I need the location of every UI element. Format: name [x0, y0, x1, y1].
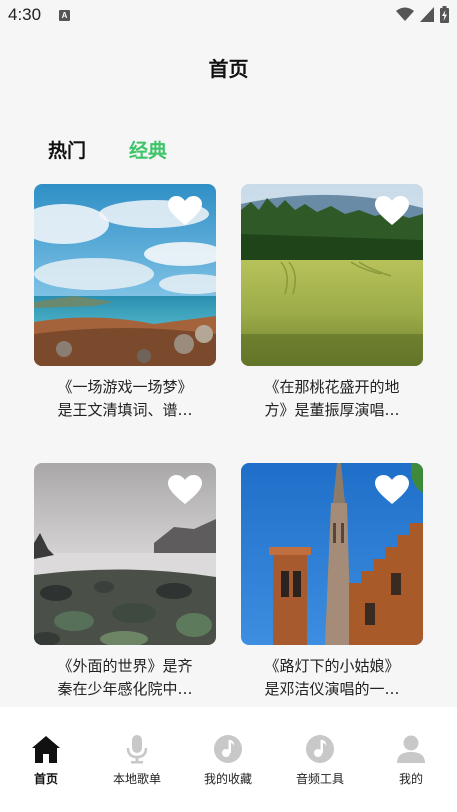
song-thumbnail[interactable]	[34, 184, 216, 366]
music-disc-icon	[306, 735, 334, 763]
song-card[interactable]: 《一场游戏一场梦》 是王文清填词、谱…	[34, 184, 216, 422]
song-description-line-2: 是邓洁仪演唱的一…	[264, 680, 400, 698]
song-card[interactable]: 《在那桃花盛开的地 方》是董振厚演唱…	[241, 184, 423, 422]
nav-item-favorites[interactable]: 我的收藏	[188, 734, 268, 787]
song-thumbnail[interactable]	[241, 463, 423, 645]
song-description-line-2: 是王文清填词、谱…	[57, 401, 193, 419]
song-description: 《外面的世界》是齐 秦在少年感化院中…	[34, 655, 216, 701]
heart-icon[interactable]	[168, 196, 202, 226]
nav-item-audio-tools[interactable]: 音频工具	[280, 734, 360, 787]
music-disc-icon	[214, 735, 242, 763]
nav-label: 本地歌单	[112, 772, 161, 786]
nav-label: 首页	[33, 772, 58, 786]
song-description-line-2: 秦在少年感化院中…	[57, 680, 193, 698]
nav-label: 我的	[398, 772, 423, 786]
bottom-navigation: 首页 本地歌单 我的收藏 音频工具 我的	[0, 707, 457, 812]
song-thumbnail[interactable]	[241, 184, 423, 366]
nav-label: 我的收藏	[203, 772, 252, 786]
song-thumbnail[interactable]	[34, 463, 216, 645]
heart-icon[interactable]	[168, 475, 202, 505]
song-description: 《在那桃花盛开的地 方》是董振厚演唱…	[241, 376, 423, 422]
song-card[interactable]: 《路灯下的小姑娘》 是邓洁仪演唱的一…	[241, 463, 423, 701]
song-description: 《路灯下的小姑娘》 是邓洁仪演唱的一…	[241, 655, 423, 701]
nav-label: 音频工具	[295, 772, 344, 786]
heart-icon[interactable]	[375, 475, 409, 505]
nav-item-mine[interactable]: 我的	[371, 734, 451, 787]
heart-icon[interactable]	[375, 196, 409, 226]
home-icon	[32, 736, 60, 763]
song-description-line-1: 《在那桃花盛开的地	[264, 378, 400, 396]
song-description-line-1: 《路灯下的小姑娘》	[264, 657, 400, 675]
nav-item-local-playlist[interactable]: 本地歌单	[97, 734, 177, 787]
song-grid: 《一场游戏一场梦》 是王文清填词、谱… 《在那桃花盛开的地 方》是董振厚演唱… …	[0, 0, 457, 812]
microphone-icon	[126, 735, 148, 764]
song-description-line-1: 《一场游戏一场梦》	[57, 378, 193, 396]
song-description-line-1: 《外面的世界》是齐	[57, 657, 193, 675]
person-icon	[397, 735, 425, 763]
song-description-line-2: 方》是董振厚演唱…	[264, 401, 400, 419]
song-card[interactable]: 《外面的世界》是齐 秦在少年感化院中…	[34, 463, 216, 701]
nav-item-home[interactable]: 首页	[6, 734, 86, 787]
song-description: 《一场游戏一场梦》 是王文清填词、谱…	[34, 376, 216, 422]
